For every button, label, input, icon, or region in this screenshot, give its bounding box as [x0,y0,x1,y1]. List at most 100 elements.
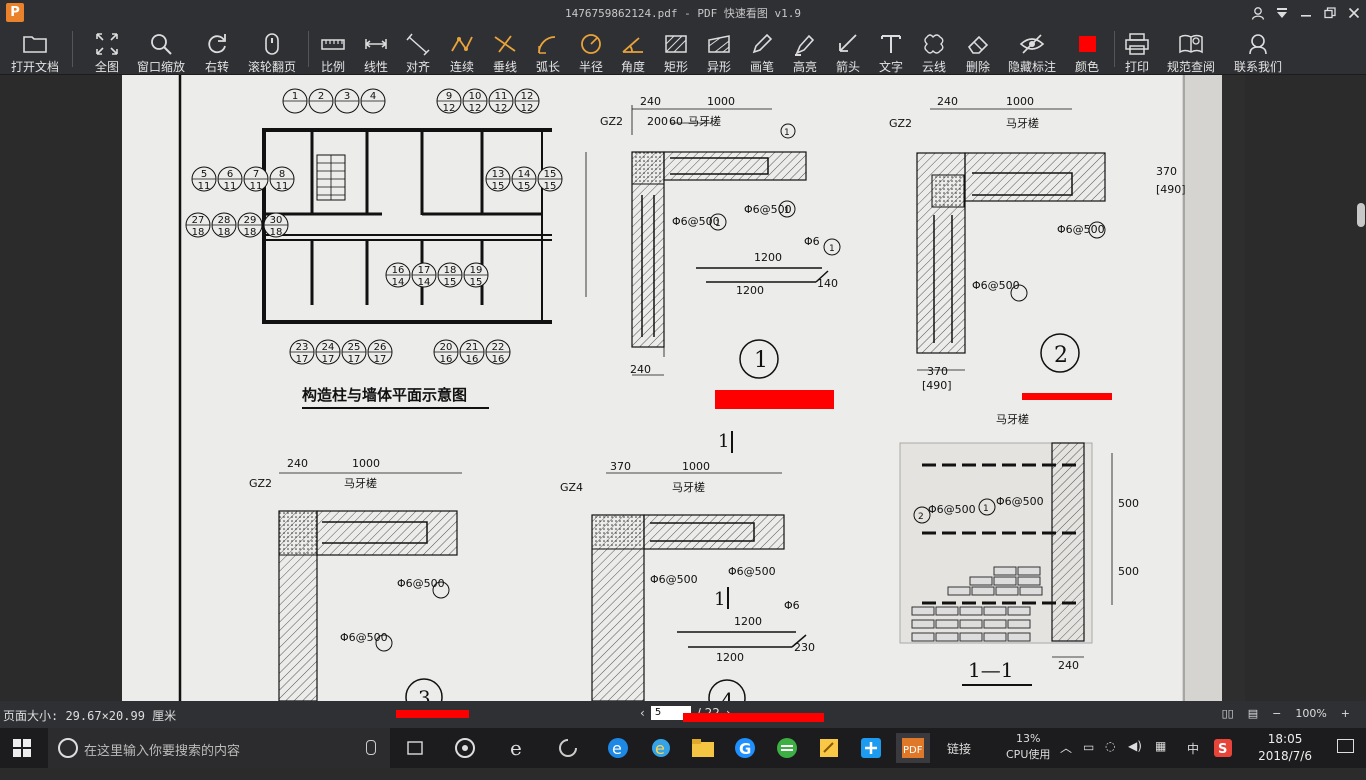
tool-zoom-window[interactable]: 窗口缩放 [131,25,191,74]
rebar-label: Φ6 [784,599,800,612]
menu-dropdown-icon[interactable] [1270,0,1294,25]
redaction-bar [396,710,469,718]
zoom-out-icon[interactable]: − [1272,707,1281,720]
system-clock[interactable]: 18:05 2018/7/6 [1258,731,1312,765]
start-button[interactable] [13,739,31,761]
internet-explorer-icon[interactable]: e [646,733,676,763]
close-icon[interactable] [1342,0,1366,25]
cpu-label: CPU使用 [1006,748,1051,761]
dim-label: 1200 [754,251,782,264]
tool-hide-eye[interactable]: 隐藏标注 [1002,25,1062,74]
tray-expand-icon[interactable]: ︿ [1060,739,1072,779]
dim-label: 370 [927,365,948,378]
keyboard-icon[interactable]: ▦ [1155,739,1166,779]
plan-bubble: 3 [334,88,360,114]
dim-label: 500 [1118,565,1139,578]
zoom-window-icon [148,31,174,57]
search-input[interactable]: 在这里输入你要搜索的内容 [84,740,240,759]
user-icon[interactable] [1246,0,1270,25]
green-app-icon[interactable] [772,733,802,763]
bubble-top: 26 [374,342,387,353]
bubble-bottom: 14 [418,277,431,288]
plan-bubble: 2417 [315,339,341,365]
drawing-canvas: 1 2 3 4 912101211121212511611711811131514151… [178,75,1245,701]
plan-bubble: 1714 [411,262,437,288]
minimize-icon[interactable] [1294,0,1318,25]
text-icon [878,31,904,57]
bubble-bottom: 14 [392,277,405,288]
folder-icon [22,31,48,57]
zoom-in-icon[interactable]: + [1341,707,1350,720]
battery-icon[interactable]: ▭ [1083,740,1094,780]
pdf-page[interactable]: 1 2 3 4 9 12 10 12 11 12 12 12 5 11 6 11 7 11 8 11 13 15 14 15 1… [122,75,1245,701]
sogou-ime-icon[interactable]: S [1208,733,1238,763]
tool-fit-all[interactable]: 全图 [77,25,137,74]
scrollbar-thumb[interactable] [1357,203,1365,227]
tool-eraser[interactable]: 删除 [948,25,1008,74]
cpu-meter[interactable]: 13% CPU使用 [1006,731,1050,771]
microphone-icon[interactable] [366,740,376,755]
dim-label: 370 [1156,165,1177,178]
bubble-top: 16 [392,265,405,276]
tool-printer[interactable]: 打印 [1107,25,1167,74]
zoom-level[interactable]: 100% [1295,707,1326,720]
bubble-top: 27 [192,215,205,226]
dim-label: 240 [630,363,651,376]
network-icon[interactable]: ◌ [1105,739,1115,779]
dim-label: 240 [937,95,958,108]
redaction-bar [1022,393,1112,400]
bubble-top: 14 [518,169,531,180]
taskbar-search[interactable]: 在这里输入你要搜索的内容 [48,728,390,768]
bubble-top: 19 [470,265,483,276]
plan-bubble: 511 [191,166,217,192]
notification-icon[interactable] [1337,739,1354,753]
tool-label: 滚轮翻页 [247,60,296,74]
continuous-measure-icon [449,31,475,57]
zoom-controls: ▯▯ ▤ − 100% + [1222,707,1350,720]
tool-rotate-right[interactable]: 右转 [187,25,247,74]
dim-label: [490] [1156,183,1186,196]
bubble-top: 11 [495,91,508,102]
tool-label: 颜色 [1074,60,1099,74]
plan-bubble: 912 [436,88,462,114]
file-explorer-icon[interactable] [688,733,718,763]
notes-app-icon[interactable] [814,733,844,763]
cortana-icon [58,738,78,758]
pdf-viewer-taskbar-icon[interactable]: PDF [896,733,930,763]
pen-icon [749,31,775,57]
tool-contact[interactable]: 联系我们 [1228,25,1288,74]
plan-bubble: 1614 [385,262,411,288]
book-search-icon [1178,31,1204,57]
links-label[interactable]: 链接 [947,740,971,780]
rebar-label: Φ6@500 [672,215,720,228]
highlighter-icon [792,31,818,57]
bubble-top: 24 [322,342,335,353]
task-view-icon[interactable] [400,733,430,763]
fan-app-icon[interactable] [450,733,480,763]
tool-label: 打开文档 [10,60,59,74]
tool-label: 隐藏标注 [1007,60,1056,74]
bubble-top: 23 [296,342,309,353]
swirl-app-icon[interactable] [553,733,583,763]
restore-icon[interactable] [1318,0,1342,25]
continuous-page-icon[interactable]: ▤ [1248,707,1258,720]
viewer-background-left [0,75,122,701]
tool-book-search[interactable]: 规范查阅 [1161,25,1221,74]
plus-app-icon[interactable] [856,733,886,763]
tool-mouse-wheel[interactable]: 滚轮翻页 [242,25,302,74]
tool-folder[interactable]: 打开文档 [5,25,65,74]
vertical-scrollbar[interactable] [1355,75,1366,701]
bubble-bottom: 15 [518,181,531,192]
browser-app-icon[interactable]: G [730,733,760,763]
volume-icon[interactable]: ◀) [1128,739,1142,779]
tool-label: 删除 [965,60,990,74]
ime-indicator[interactable]: 中 [1187,740,1199,780]
bubble-top: 30 [270,215,283,226]
rebar-label: Φ6@500 [1057,223,1105,236]
edge-icon[interactable]: e [603,733,633,763]
bubble-bottom: 15 [470,277,483,288]
single-page-icon[interactable]: ▯▯ [1222,707,1234,720]
tool-label: 联系我们 [1233,60,1282,74]
ie-icon[interactable]: e [503,733,533,763]
prev-page-icon[interactable]: ‹ [640,706,645,720]
